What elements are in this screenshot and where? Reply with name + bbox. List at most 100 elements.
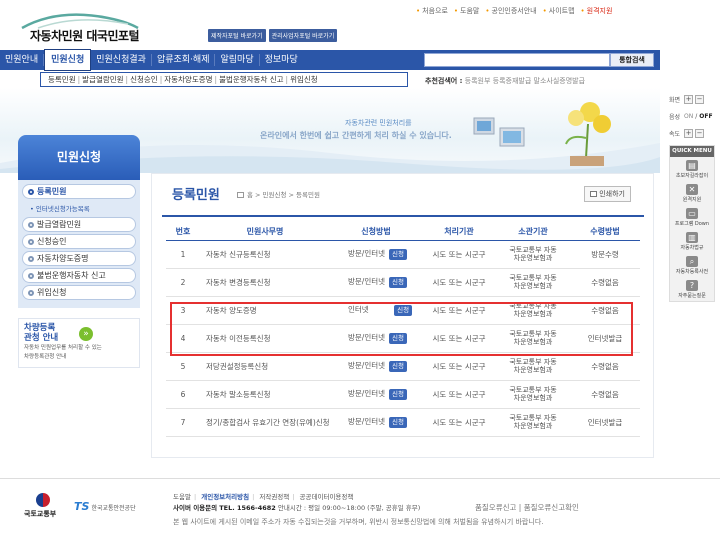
sound-on-toggle[interactable]: ON <box>684 113 693 120</box>
bullet-icon <box>28 188 34 195</box>
global-nav-menu: 민원안내 민원신청 민원신청결과 압류조회·해제 알림마당 정보마당 <box>0 49 303 71</box>
quick-menu: QUICK MENU ▤ 초보자길라잡이 ✕ 원격지원 ▭ 프로그램 Down ▥ 자동… <box>669 145 715 302</box>
subnav-item[interactable]: 자동차양도증명 <box>162 74 214 85</box>
quick-item-download[interactable]: ▭ 프로그램 Down <box>670 205 714 229</box>
lnb-item-issue[interactable]: 발급열람민원 <box>22 217 136 232</box>
footer-link-public-data[interactable]: 공공데이터이용정책 <box>300 493 354 501</box>
recommended-keywords: 추천검색어 : 등록원부 등록증재발급 말소사실증명발급 <box>425 76 585 86</box>
apply-button[interactable]: 신청 <box>389 248 407 260</box>
apply-button[interactable]: 신청 <box>389 332 407 344</box>
business-portal-link[interactable]: 관리사업자포털 바로가기 <box>268 29 338 42</box>
quick-item-law[interactable]: ▥ 자동차법규 <box>670 229 714 253</box>
quick-item-label: 자주묻는질문 <box>678 293 706 299</box>
lnb-item-registration[interactable]: 등록민원 <box>22 184 136 199</box>
footer-divider <box>0 478 720 479</box>
sound-control: 음성 ON / OFF <box>669 112 713 121</box>
contact-hours: 안내시간 : 평일 09:00~18:00 (주말, 공휴일 휴무) <box>277 504 421 512</box>
cell-no: 4 <box>166 324 200 353</box>
footer-separator: | <box>292 493 295 501</box>
subnav-item[interactable]: 위임신청 <box>288 74 320 85</box>
gnb-item-info[interactable]: 정보마당 <box>260 54 303 66</box>
cell-receive: 인터넷발급 <box>570 324 640 353</box>
speed-down-button[interactable]: − <box>695 128 704 138</box>
zoom-in-button[interactable]: + <box>684 94 693 104</box>
agency-line1: 국토교통부 자동 <box>509 414 557 422</box>
cell-name: 저당권설정등록신청 <box>200 352 330 381</box>
cell-proc: 시도 또는 시군구 <box>422 352 496 381</box>
subnav-item[interactable]: 불법운행자동차 신고 <box>217 74 285 85</box>
quality-report-link[interactable]: 품질오류신고 | 품질오류신고확인 <box>475 502 579 513</box>
ts-logo[interactable]: TS 한국교통안전공단 <box>74 500 136 513</box>
registration-office-banner[interactable]: 차량등록 관청 안내 » 자동차 민원업무를 처리할 수 있는 차량등록관청 안… <box>18 318 140 368</box>
ts-logo-text: 한국교통안전공단 <box>91 505 136 512</box>
footer-link-help[interactable]: 도움말 <box>173 493 191 501</box>
gnb-item-result[interactable]: 민원신청결과 <box>91 54 152 66</box>
agency-line1: 국토교통부 자동 <box>509 330 557 338</box>
apply-button[interactable]: 신청 <box>389 388 407 400</box>
apply-button[interactable]: 신청 <box>389 360 407 372</box>
cell-method: 방문/인터넷 신청 <box>330 240 422 269</box>
ministry-logo[interactable]: 국토교통부 <box>24 493 64 519</box>
subnav-item[interactable]: 등록민원 <box>46 74 78 85</box>
footer-link-privacy[interactable]: 개인정보처리방침 <box>201 493 249 501</box>
utility-link-remote[interactable]: 원격지원 <box>581 6 613 16</box>
search-button[interactable]: 통합검색 <box>610 53 654 67</box>
lnb-item-illegal-report[interactable]: 불법운행자동차 신고 <box>22 268 136 283</box>
page-title: 등록민원 <box>172 188 220 203</box>
quick-item-remote[interactable]: ✕ 원격지원 <box>670 181 714 205</box>
site-logo[interactable]: 자동차민원 대국민포털 <box>18 10 158 44</box>
gnb-item-guide[interactable]: 민원안내 <box>0 54 45 66</box>
gnb-item-notice[interactable]: 알림마당 <box>215 54 260 66</box>
banner-desc2: 차량등록관청 안내 <box>24 354 67 360</box>
lnb-item-approval[interactable]: 신청승인 <box>22 234 136 249</box>
banner-desc1: 자동차 민원업무를 처리할 수 있는 <box>24 345 102 351</box>
subnav-item[interactable]: 발급열람민원 <box>80 74 125 85</box>
table-row: 4 자동차 이전등록신청 방문/인터넷 신청 시도 또는 시군구 국토교통부 자동… <box>166 324 640 353</box>
lnb-item-label: 불법운행자동차 신고 <box>37 271 106 280</box>
footer-link-copyright[interactable]: 저작권정책 <box>259 493 289 501</box>
utility-link-sitemap[interactable]: 사이트맵 <box>543 6 575 16</box>
manufacturer-portal-link[interactable]: 제작자포털 바로가기 <box>208 29 266 42</box>
search-icon: ⌕ <box>686 256 698 267</box>
arrow-right-icon: » <box>79 327 93 341</box>
method-text: 방문/인터넷 <box>348 248 386 258</box>
lnb-subitem-online-list[interactable]: 인터넷신청가능목록 <box>22 201 136 217</box>
print-button[interactable]: 인쇄하기 <box>584 186 631 202</box>
bullet-icon <box>28 289 34 296</box>
quick-item-dictionary[interactable]: ⌕ 자동차등록사전 <box>670 253 714 277</box>
sound-off-toggle[interactable]: OFF <box>699 113 712 120</box>
utility-link-certificate[interactable]: 공인인증서안내 <box>485 6 537 16</box>
sound-label: 음성 <box>669 113 681 121</box>
global-nav: 민원안내 민원신청 민원신청결과 압류조회·해제 알림마당 정보마당 통합검색 <box>0 49 660 71</box>
lnb-item-delegation[interactable]: 위임신청 <box>22 285 136 300</box>
gnb-item-apply[interactable]: 민원신청 <box>44 49 92 71</box>
quick-item-faq[interactable]: ? 자주묻는질문 <box>670 277 714 301</box>
top-portal-links: 제작자포털 바로가기 관리사업자포털 바로가기 <box>208 29 338 42</box>
zoom-out-button[interactable]: − <box>695 94 704 104</box>
utility-link-home[interactable]: 처음으로 <box>416 6 448 16</box>
quick-menu-title: QUICK MENU <box>670 146 714 157</box>
subnav-item[interactable]: 신청승인 <box>128 74 160 85</box>
quick-item-label: 자동차등록사전 <box>675 269 709 275</box>
cell-no: 3 <box>166 296 200 325</box>
gnb-item-seizure[interactable]: 압류조회·해제 <box>152 54 216 66</box>
apply-button[interactable]: 신청 <box>389 416 407 428</box>
method-text: 방문/인터넷 <box>348 332 386 342</box>
apply-button[interactable]: 신청 <box>389 276 407 288</box>
breadcrumb: 홈 > 민원신청 > 등록민원 <box>237 189 320 199</box>
utility-link-help[interactable]: 도움말 <box>454 6 479 16</box>
search-input[interactable] <box>424 53 610 67</box>
cell-proc: 시도 또는 시군구 <box>422 240 496 269</box>
quick-item-beginner[interactable]: ▤ 초보자길라잡이 <box>670 157 714 181</box>
lnb-item-transfer[interactable]: 자동차양도증명 <box>22 251 136 266</box>
footer-links: 도움말 | 개인정보처리방침 | 저작권정책 | 공공데이터이용정책 <box>173 491 353 501</box>
cell-method: 방문/인터넷 신청 <box>330 268 422 297</box>
law-icon: ▥ <box>686 232 698 243</box>
recommend-terms[interactable]: 등록원부 등록증재발급 말소사실증명발급 <box>465 77 585 85</box>
cell-receive: 인터넷발급 <box>570 408 640 437</box>
col-header-receive: 수령방법 <box>570 224 640 241</box>
cell-proc: 시도 또는 시군구 <box>422 408 496 437</box>
apply-button[interactable]: 신청 <box>394 304 413 316</box>
speed-up-button[interactable]: + <box>684 128 693 138</box>
col-header-method: 신청방법 <box>330 224 422 241</box>
